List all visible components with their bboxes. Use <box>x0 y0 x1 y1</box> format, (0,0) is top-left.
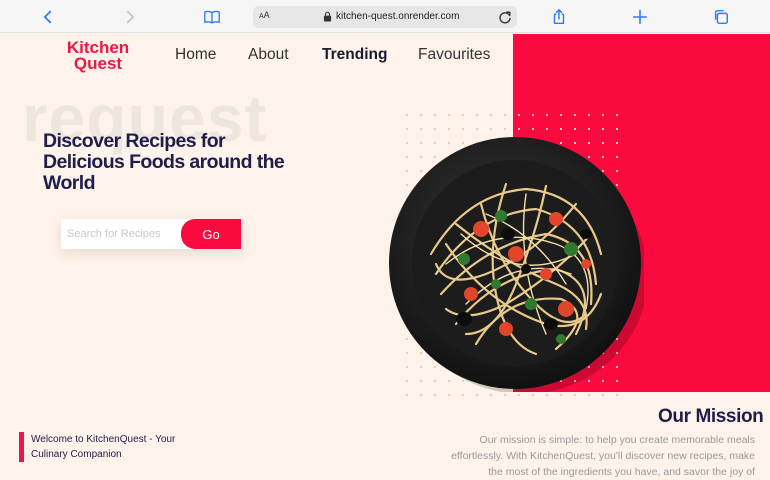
nav-favourites[interactable]: Favourites <box>418 46 490 64</box>
browser-toolbar: AA kitchen-quest.onrender.com <box>0 0 770 33</box>
url-text[interactable]: kitchen-quest.onrender.com <box>336 11 459 22</box>
hero-headline: Discover Recipes for Delicious Foods aro… <box>43 130 285 194</box>
search-go-button[interactable]: Go <box>181 219 241 249</box>
welcome-banner: Welcome to KitchenQuest - Your Culinary … <box>19 432 209 462</box>
recipe-search: Go <box>61 219 241 249</box>
spaghetti-plate-image <box>389 137 644 392</box>
text-size-button[interactable]: AA <box>259 10 270 20</box>
page-content: Kitchen Quest Home About Trending Favour… <box>0 34 770 480</box>
nav-home[interactable]: Home <box>175 46 216 64</box>
forward-icon[interactable] <box>119 6 141 28</box>
lock-icon <box>323 11 332 22</box>
site-logo[interactable]: Kitchen Quest <box>61 39 135 72</box>
nav-trending[interactable]: Trending <box>322 46 387 64</box>
bookmarks-icon[interactable] <box>201 6 223 28</box>
tabs-icon[interactable] <box>710 6 732 28</box>
new-tab-icon[interactable] <box>629 6 651 28</box>
mission-paragraph: Our mission is simple: to help you creat… <box>451 434 755 478</box>
share-icon[interactable] <box>548 6 570 28</box>
search-input[interactable] <box>61 219 186 249</box>
address-bar[interactable]: AA kitchen-quest.onrender.com <box>253 6 517 28</box>
back-icon[interactable] <box>37 6 59 28</box>
reload-icon[interactable] <box>497 9 513 25</box>
nav-about[interactable]: About <box>248 46 289 64</box>
mission-heading: Our Mission <box>658 406 764 427</box>
